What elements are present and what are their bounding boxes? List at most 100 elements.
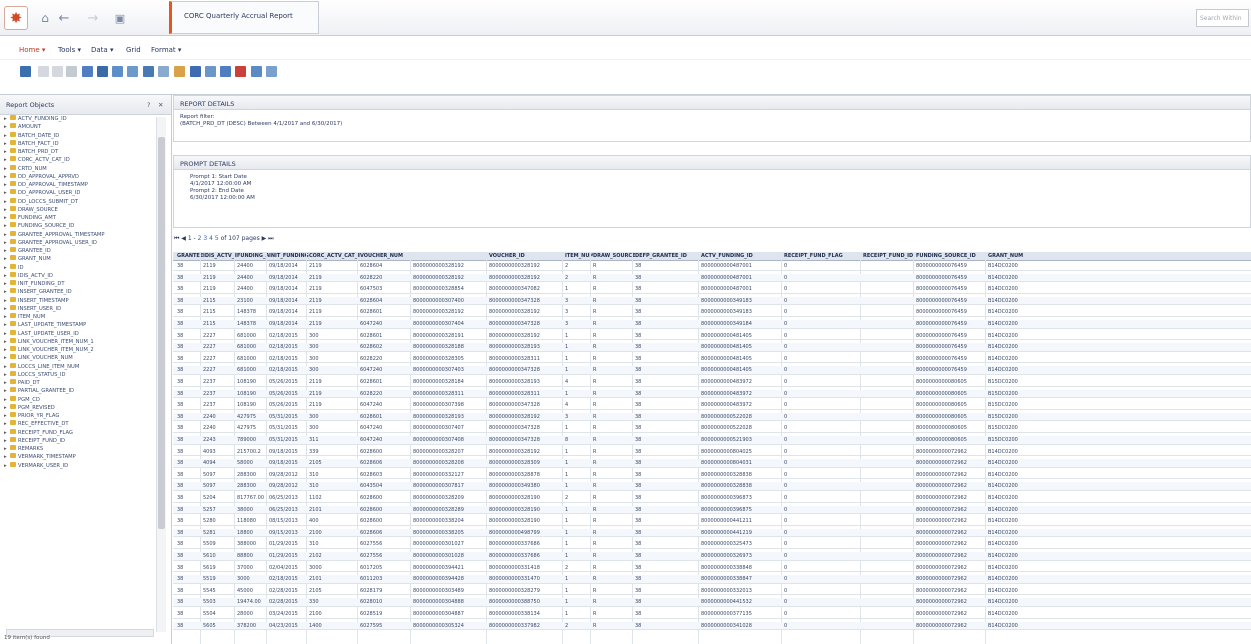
report-object-item[interactable]: ▸ ACTV_FUNDING_ID <box>0 115 155 123</box>
report-object-item[interactable]: ▸ INSERT_TIMESTAMP <box>0 296 155 305</box>
table-row[interactable]: 38 2227 681000 02/18/2015 300 6028601 80000000… <box>173 332 1251 341</box>
table-row[interactable]: 38 2237 108190 05/26/2015 2119 6028220 8000000… <box>173 389 1251 399</box>
objects-scrollbar[interactable] <box>156 117 166 632</box>
table-row[interactable]: 38 2115 148378 09/18/2014 2119 6047240 8000000… <box>173 320 1251 329</box>
report-object-item[interactable]: ▸ DD_APPROVAL_APPRVD <box>0 172 155 181</box>
report-object-item[interactable]: ▸ DRAW_SOURCE <box>0 205 155 214</box>
column-header[interactable]: RECEIPT_FUND_FLAG <box>784 253 843 259</box>
app-logo-gear-icon[interactable]: ✸ <box>4 6 28 30</box>
table-row[interactable]: 38 2237 108190 05/26/2015 2119 6047240 8000000… <box>173 401 1251 410</box>
options-icon[interactable] <box>266 66 277 77</box>
report-object-item[interactable]: ▸ VERMARK_USER_ID <box>0 461 155 470</box>
table-row[interactable]: 38 2240 427975 05/31/2015 300 6028601 80000000… <box>173 412 1251 422</box>
redo-icon[interactable] <box>52 66 63 77</box>
forward-arrow-icon[interactable]: → <box>84 9 102 27</box>
table-row[interactable]: 38 5509 388000 01/29/2015 310 6027556 80000000… <box>173 540 1251 549</box>
email-icon[interactable] <box>220 66 231 77</box>
table-row[interactable]: 38 5281 18800 09/15/2013 2100 6028606 80000000… <box>173 528 1251 538</box>
report-object-item[interactable]: ▸ AMOUNT <box>0 123 155 131</box>
table-row[interactable]: 38 4093 215700.2 09/18/2015 339 6028600 800000… <box>173 448 1251 457</box>
report-object-item[interactable]: ▸ IDIS_ACTV_ID <box>0 271 155 280</box>
table-row[interactable]: 38 2115 148378 09/18/2014 2119 6028601 8000000… <box>173 308 1251 317</box>
column-header[interactable]: RECEIPT_FUND_ID <box>863 253 913 259</box>
report-object-item[interactable]: ▸ PAID_DT <box>0 379 155 387</box>
report-object-item[interactable]: ▸ RECEIPT_FUND_ID <box>0 436 155 445</box>
close-icon[interactable]: ✕ <box>158 101 163 109</box>
menu-home[interactable]: Home ▾ <box>19 46 45 54</box>
table-row[interactable]: 38 5545 45000 02/28/2015 2105 6028179 80000000… <box>173 587 1251 596</box>
report-object-item[interactable]: ▸ LINK_VOUCHER_ITEM_NUM_1 <box>0 337 155 346</box>
pivot-icon[interactable] <box>158 66 169 77</box>
table-row[interactable]: 38 2119 24400 09/18/2014 2119 6047503 80000000… <box>173 285 1251 294</box>
report-object-item[interactable]: ▸ GRANTEE_APPROVAL_USER_ID <box>0 238 155 247</box>
report-object-item[interactable]: ▸ BATCH_DATE_ID <box>0 131 155 140</box>
table-row[interactable]: 38 2243 789000 05/31/2015 311 6047240 80000000… <box>173 436 1251 445</box>
export-icon[interactable] <box>190 66 201 77</box>
column-header[interactable]: INIT_FUNDING_DT <box>269 253 309 259</box>
report-object-item[interactable]: ▸ INSERT_USER_ID <box>0 304 155 313</box>
edit-icon[interactable] <box>174 66 185 77</box>
grid-view-icon[interactable] <box>82 66 93 77</box>
table-row[interactable]: 38 5610 88800 01/29/2015 2102 6027556 80000000… <box>173 552 1251 561</box>
report-object-item[interactable]: ▸ VERMARK_TIMESTAMP <box>0 453 155 461</box>
pager-next-controls[interactable]: ▶ ⏭ <box>262 235 274 242</box>
column-header[interactable]: FUNDING_AMT <box>237 253 269 259</box>
report-object-item[interactable]: ▸ DD_APPROVAL_TIMESTAMP <box>0 181 155 189</box>
table-row[interactable]: 38 2119 24400 09/18/2014 2119 6028220 80000000… <box>173 273 1251 283</box>
table-row[interactable]: 38 5097 288300 09/28/2012 310 6028603 80000000… <box>173 471 1251 480</box>
home-icon[interactable]: ⌂ <box>36 9 54 27</box>
report-object-item[interactable]: ▸ LINK_VOUCHER_ITEM_NUM_2 <box>0 346 155 354</box>
table-row[interactable]: 38 2227 681000 02/18/2015 300 6028602 80000000… <box>173 343 1251 352</box>
grid-graph-icon[interactable] <box>112 66 123 77</box>
report-object-item[interactable]: ▸ PRIOR_YR_FLAG <box>0 412 155 420</box>
table-row[interactable]: 38 2119 24400 09/18/2014 2119 6028604 80000000… <box>173 262 1251 271</box>
table-row[interactable]: 38 2240 427975 05/31/2015 300 6047240 80000000… <box>173 424 1251 433</box>
table-row[interactable]: 38 5257 38000 06/25/2013 2101 6028600 80000000… <box>173 505 1251 515</box>
objects-scrollbar-thumb[interactable] <box>158 137 165 529</box>
pdf-icon[interactable] <box>235 66 246 77</box>
column-header[interactable]: GRANT_NUM <box>988 253 1023 259</box>
menu-grid[interactable]: Grid <box>126 46 141 54</box>
table-row[interactable]: 38 5619 37000 02/04/2015 3000 6017205 80000000… <box>173 564 1251 573</box>
refresh-icon[interactable] <box>66 66 77 77</box>
column-header[interactable]: VOUCHER_NUM <box>360 253 403 259</box>
report-object-item[interactable]: ▸ PARTIAL_GRANTEE_ID <box>0 387 155 395</box>
excel-icon[interactable] <box>251 66 262 77</box>
report-object-item[interactable]: ▸ PGM_REVISED <box>0 403 155 412</box>
report-object-item[interactable]: ▸ LOCCS_LINE_ITEM_NUM <box>0 362 155 371</box>
table-row[interactable]: 38 5097 288300 09/28/2012 310 6043504 80000000… <box>173 482 1251 491</box>
column-header[interactable]: FUNDING_SOURCE_ID <box>916 253 976 259</box>
column-header[interactable]: ITEM_NUM <box>565 253 593 259</box>
report-object-item[interactable]: ▸ INIT_FUNDING_DT <box>0 280 155 288</box>
report-object-item[interactable]: ▸ GRANT_NUM <box>0 255 155 263</box>
table-row[interactable]: 38 2237 108190 05/26/2015 2119 6028601 8000000… <box>173 378 1251 387</box>
report-object-item[interactable]: ▸ DD_APPROVAL_USER_ID <box>0 189 155 197</box>
chart-icon[interactable] <box>127 66 138 77</box>
report-object-item[interactable]: ▸ INSERT_GRANTEE_ID <box>0 288 155 296</box>
column-header[interactable]: CORC_ACTV_CAT_ID <box>309 253 360 259</box>
menu-tools[interactable]: Tools ▾ <box>58 46 81 54</box>
table-row[interactable]: 38 4094 58000 09/18/2015 2105 6028606 80000000… <box>173 459 1251 468</box>
report-object-item[interactable]: ▸ LAST_UPDATE_TIMESTAMP <box>0 321 155 329</box>
table-row[interactable]: 38 5504 28000 03/24/2015 2100 6028519 80000000… <box>173 610 1251 619</box>
search-input[interactable]: Search Within <box>1196 9 1249 27</box>
report-object-item[interactable]: ▸ REC_EFFECTIVE_DT <box>0 420 155 428</box>
report-object-item[interactable]: ▸ DD_LOCCS_SUBMIT_DT <box>0 197 155 206</box>
table-row[interactable]: 38 5204 817767.00 06/25/2013 1102 6028600 8000… <box>173 494 1251 503</box>
column-header[interactable]: DEFP_GRANTEE_ID <box>635 253 687 259</box>
report-object-item[interactable]: ▸ ID <box>0 263 155 272</box>
save-icon[interactable] <box>20 66 31 77</box>
table-row[interactable]: 38 5503 19474.00 02/28/2015 330 6028010 800000… <box>173 598 1251 607</box>
report-object-item[interactable]: ▸ FUNDING_AMT <box>0 214 155 222</box>
table-row[interactable]: 38 2227 681000 02/18/2015 300 6028220 80000000… <box>173 355 1251 364</box>
menu-format[interactable]: Format ▾ <box>151 46 181 54</box>
report-object-item[interactable]: ▸ LINK_VOUCHER_NUM <box>0 354 155 362</box>
table-row[interactable]: 38 5605 378200 04/23/2015 1400 6027595 8000000… <box>173 621 1251 631</box>
column-header[interactable]: IDIS_ACTV_ID <box>203 253 237 259</box>
table-row[interactable]: 38 2227 681000 02/18/2015 300 6047240 80000000… <box>173 366 1251 375</box>
column-header[interactable]: VOUCHER_ID <box>489 253 525 259</box>
report-object-item[interactable]: ▸ LAST_UPDATE_USER_ID <box>0 329 155 338</box>
table-row[interactable]: 38 5280 118080 08/15/2013 400 6028600 80000000… <box>173 517 1251 526</box>
print-icon[interactable] <box>205 66 216 77</box>
report-object-item[interactable]: ▸ CRTD_NUM <box>0 164 155 173</box>
